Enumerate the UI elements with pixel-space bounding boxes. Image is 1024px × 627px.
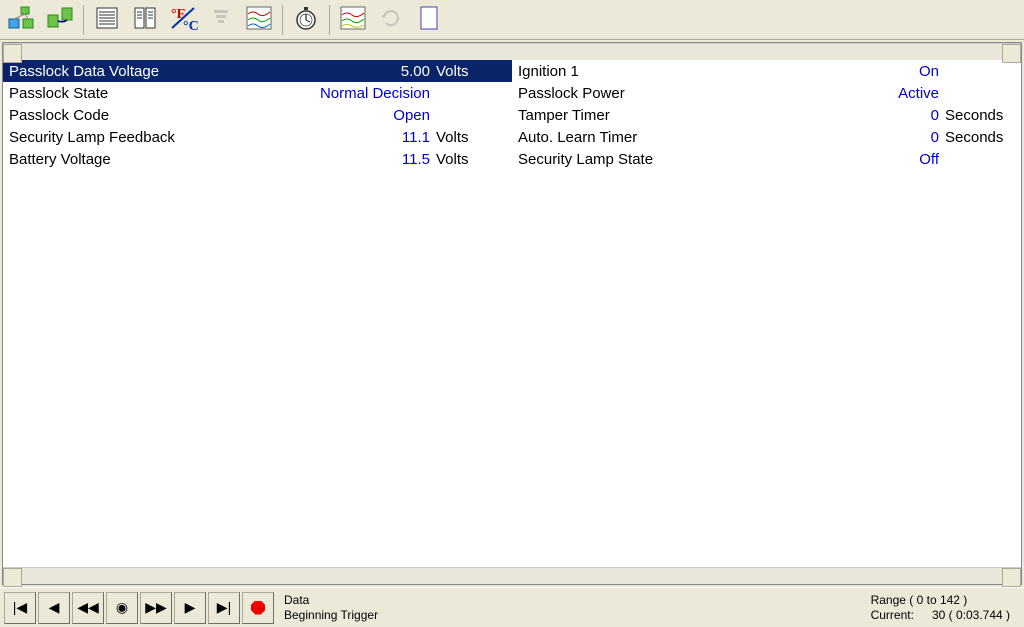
param-value: On — [815, 63, 945, 80]
network-devices-icon — [7, 5, 37, 34]
param-unit: Volts — [436, 63, 506, 80]
center-mark-button[interactable]: ◉ — [106, 592, 138, 624]
data-row[interactable]: Passlock Data Voltage5.00Volts — [3, 60, 512, 82]
param-value: 11.5 — [306, 151, 436, 168]
record-icon — [251, 601, 265, 615]
step-forward-button[interactable]: ▶ — [174, 592, 206, 624]
param-value: Normal Decision — [306, 85, 436, 102]
first-button[interactable]: |◀ — [4, 592, 36, 624]
scrollbar-top[interactable] — [3, 43, 1021, 60]
last-button[interactable]: ▶| — [208, 592, 240, 624]
param-name: Ignition 1 — [518, 63, 815, 80]
data-row[interactable]: Ignition 1On — [512, 60, 1021, 82]
device-link-icon — [45, 5, 75, 34]
param-value: Active — [815, 85, 945, 102]
stopwatch-icon — [293, 5, 319, 34]
data-row[interactable]: Security Lamp Feedback11.1Volts — [3, 126, 512, 148]
param-value: 5.00 — [306, 63, 436, 80]
status-line1: Data — [284, 593, 378, 608]
device-link-button[interactable] — [42, 3, 78, 37]
param-value: 0 — [815, 129, 945, 146]
data-row[interactable]: Auto. Learn Timer0Seconds — [512, 126, 1021, 148]
data-row[interactable]: Battery Voltage11.5Volts — [3, 148, 512, 170]
param-name: Passlock Power — [518, 85, 815, 102]
list-view-icon — [94, 5, 120, 34]
range-label: Range ( 0 to 142 ) — [871, 593, 1010, 608]
param-unit: Seconds — [945, 107, 1015, 124]
refresh-button-disabled — [373, 3, 409, 37]
rewind-button[interactable]: ◀◀ — [72, 592, 104, 624]
list-view-button[interactable] — [89, 3, 125, 37]
status-line2: Beginning Trigger — [284, 608, 378, 623]
param-name: Security Lamp Feedback — [9, 129, 306, 146]
scrollbar-bottom[interactable] — [3, 567, 1021, 584]
data-row[interactable]: Passlock StateNormal Decision — [3, 82, 512, 104]
stopwatch-button[interactable] — [288, 3, 324, 37]
param-unit: Seconds — [945, 129, 1015, 146]
record-button[interactable] — [242, 592, 274, 624]
data-row[interactable]: Security Lamp StateOff — [512, 148, 1021, 170]
current-label: Current: — [871, 608, 914, 623]
graph-view-button[interactable] — [335, 3, 371, 37]
data-panel: Passlock Data Voltage5.00VoltsPasslock S… — [2, 42, 1022, 585]
param-name: Security Lamp State — [518, 151, 815, 168]
data-row[interactable]: Passlock CodeOpen — [3, 104, 512, 126]
param-name: Passlock State — [9, 85, 306, 102]
param-value: Open — [306, 107, 436, 124]
current-value: 30 ( 0:03.744 ) — [932, 608, 1010, 623]
fast-forward-button[interactable]: ▶▶ — [140, 592, 172, 624]
graph-multi-button[interactable] — [241, 3, 277, 37]
range-info: Range ( 0 to 142 ) Current: 30 ( 0:03.74… — [871, 593, 1020, 623]
graph-view-icon — [339, 5, 367, 34]
param-name: Passlock Code — [9, 107, 306, 124]
data-row[interactable]: Passlock PowerActive — [512, 82, 1021, 104]
param-name: Tamper Timer — [518, 107, 815, 124]
blank-page-icon — [418, 5, 440, 34]
toolbar-divider — [83, 5, 84, 35]
filter-icon — [208, 6, 234, 33]
param-name: Battery Voltage — [9, 151, 306, 168]
toolbar-divider — [329, 5, 330, 35]
top-toolbar: °F°C — [0, 0, 1024, 40]
data-row[interactable]: Tamper Timer0Seconds — [512, 104, 1021, 126]
param-unit: Volts — [436, 151, 506, 168]
status-text: Data Beginning Trigger — [284, 593, 378, 623]
data-area: Passlock Data Voltage5.00VoltsPasslock S… — [3, 60, 1021, 567]
param-value: 11.1 — [306, 129, 436, 146]
graph-multi-icon — [245, 5, 273, 34]
data-column-right: Ignition 1OnPasslock PowerActiveTamper T… — [512, 60, 1021, 567]
network-devices-button[interactable] — [4, 3, 40, 37]
data-column-left: Passlock Data Voltage5.00VoltsPasslock S… — [3, 60, 512, 567]
filter-button-disabled — [203, 3, 239, 37]
two-column-view-icon — [132, 5, 158, 34]
refresh-icon — [379, 7, 403, 32]
playback-toolbar: |◀ ◀ ◀◀ ◉ ▶▶ ▶ ▶| Data Beginning Trigger… — [0, 587, 1024, 627]
param-unit: Volts — [436, 129, 506, 146]
step-back-button[interactable]: ◀ — [38, 592, 70, 624]
units-toggle-button[interactable]: °F°C — [165, 3, 201, 37]
fahrenheit-celsius-icon: °F°C — [168, 4, 198, 35]
svg-text:°C: °C — [183, 19, 198, 32]
param-value: 0 — [815, 107, 945, 124]
toolbar-divider — [282, 5, 283, 35]
param-value: Off — [815, 151, 945, 168]
two-column-view-button[interactable] — [127, 3, 163, 37]
param-name: Passlock Data Voltage — [9, 63, 306, 80]
blank-page-button[interactable] — [411, 3, 447, 37]
param-name: Auto. Learn Timer — [518, 129, 815, 146]
